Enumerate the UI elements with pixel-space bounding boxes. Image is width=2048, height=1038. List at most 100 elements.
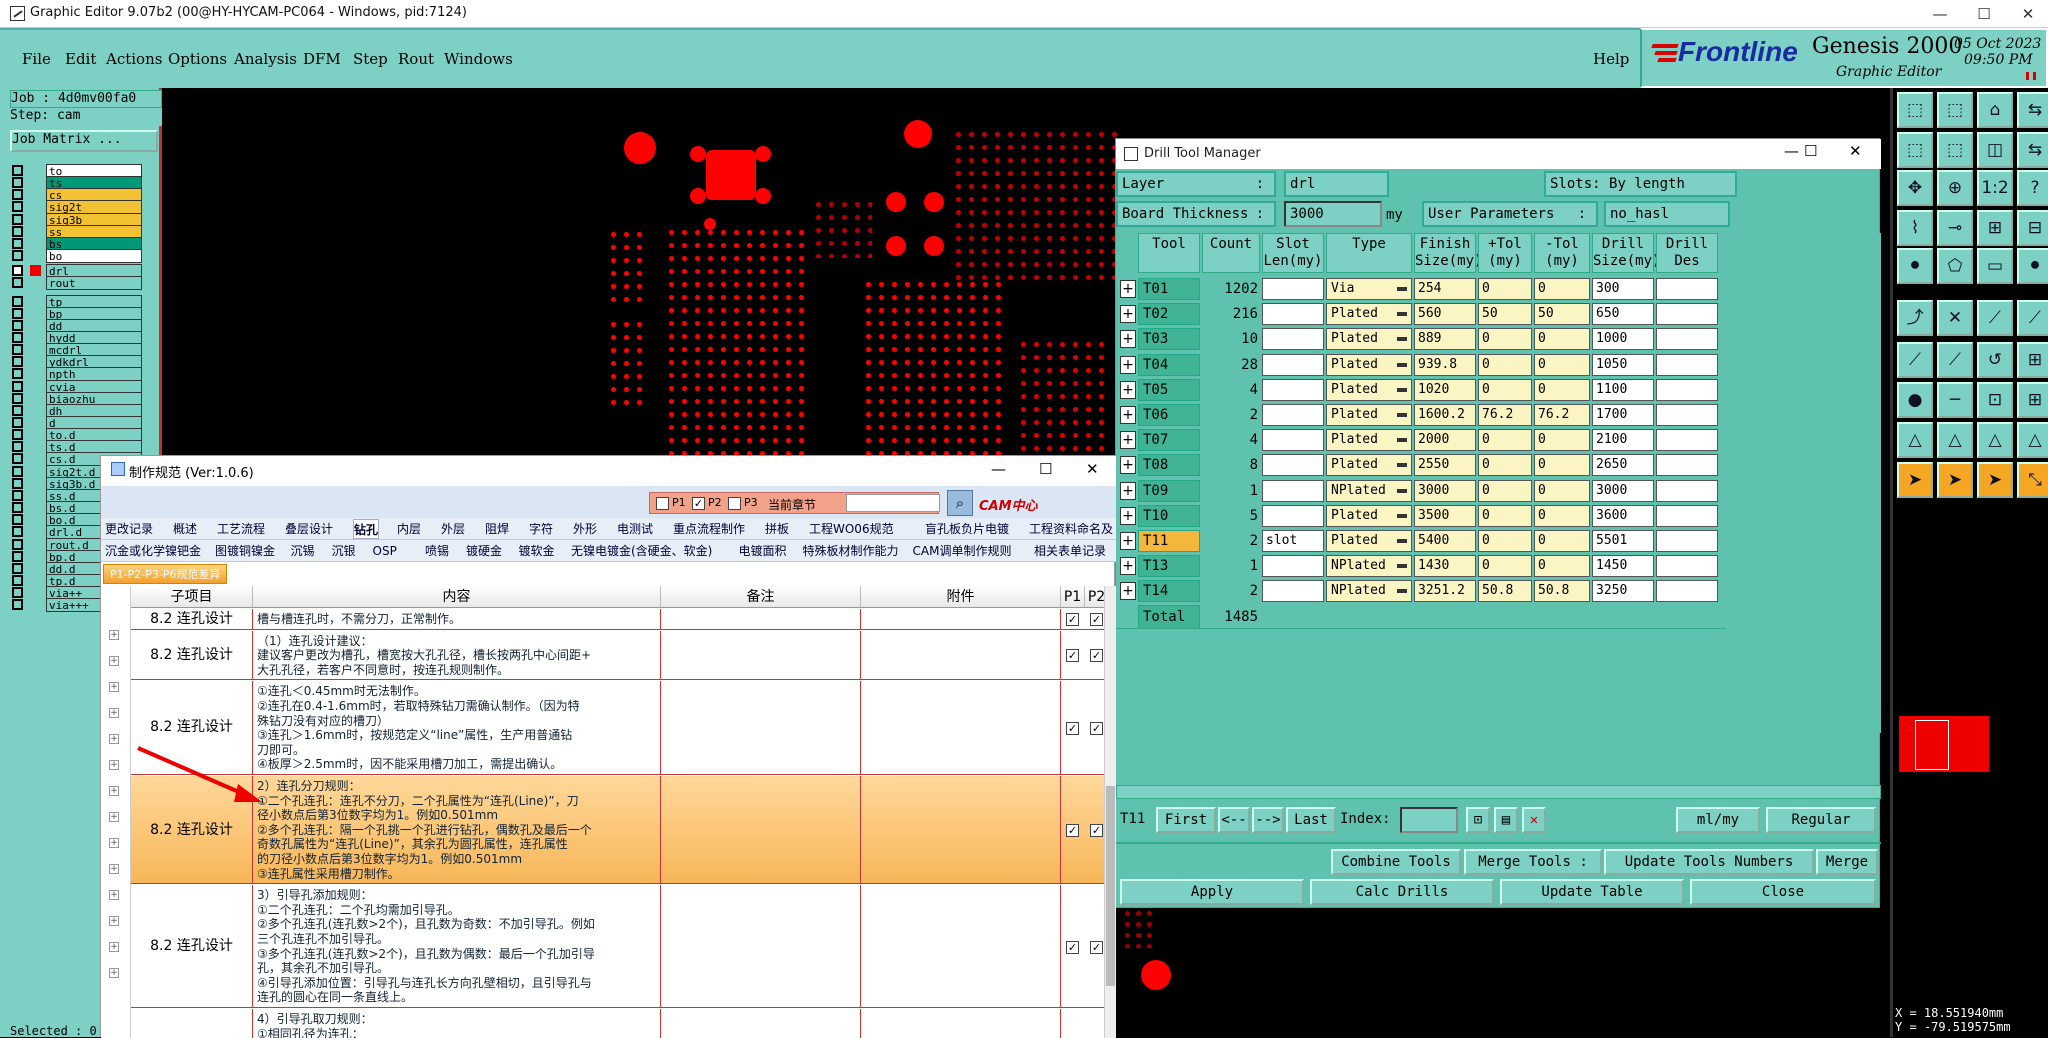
dtm-close-icon[interactable]: ✕ xyxy=(1849,142,1862,160)
tool-icon[interactable]: ⇆ xyxy=(2017,132,2048,168)
drill-input[interactable]: 1100 xyxy=(1592,378,1654,401)
tool-cell[interactable]: T09 xyxy=(1138,479,1200,502)
expand-icon[interactable]: + xyxy=(1120,557,1136,576)
table-row[interactable]: + T08 8 Plated 2550 0 0 2650 xyxy=(1116,453,1881,478)
menu-rout[interactable]: Rout xyxy=(398,50,434,68)
tool-cell[interactable]: T04 xyxy=(1138,353,1200,376)
expand-icon[interactable]: + xyxy=(109,786,119,796)
units-selector[interactable]: ml/my xyxy=(1676,807,1760,833)
scroll-thumb[interactable] xyxy=(1106,786,1115,986)
userparams-value[interactable]: no_hasl xyxy=(1604,201,1730,227)
ptol-input[interactable]: 0 xyxy=(1478,504,1532,527)
table-row[interactable]: 8.2 连孔设计 3）引导孔添加规则： ①二个孔连孔：二个孔均需加引导孔。 ②多个孔连… xyxy=(131,885,1106,1008)
finish-input[interactable]: 3251.2 xyxy=(1414,580,1476,603)
ntol-input[interactable]: 0 xyxy=(1534,479,1590,502)
expand-icon[interactable]: + xyxy=(1120,582,1136,601)
spec-tab[interactable]: 工程WO06规范 xyxy=(809,519,894,539)
slot-input[interactable] xyxy=(1262,278,1324,300)
layer-checkbox[interactable] xyxy=(12,277,23,289)
table-row[interactable]: + T13 1 NPlated 1430 0 0 1450 xyxy=(1116,554,1881,579)
spec-tab[interactable]: 电测试 xyxy=(617,519,653,539)
ptol-input[interactable]: 0 xyxy=(1478,530,1532,552)
expand-icon[interactable]: + xyxy=(109,864,119,874)
filter-p1-checkbox[interactable] xyxy=(656,497,669,510)
layer-checkbox[interactable] xyxy=(12,368,23,380)
p1-checkbox[interactable]: ✓ xyxy=(1066,824,1079,838)
spec-tab[interactable]: 拼板 xyxy=(765,519,789,539)
dtm-minimize-icon[interactable]: — xyxy=(1784,142,1799,160)
layer-checkbox[interactable] xyxy=(12,250,23,262)
p2-checkbox[interactable]: ✓ xyxy=(1090,649,1103,663)
prev-button[interactable]: <-- xyxy=(1218,807,1250,833)
drill-input[interactable]: 5501 xyxy=(1592,530,1654,552)
drill-input[interactable]: 2650 xyxy=(1592,454,1654,477)
layer-checkbox[interactable] xyxy=(12,562,23,574)
ptol-input[interactable]: 0 xyxy=(1478,328,1532,351)
ntol-input[interactable]: 0 xyxy=(1534,555,1590,578)
tool-icon[interactable]: ⟋ xyxy=(1977,300,2013,336)
finish-input[interactable]: 5400 xyxy=(1414,530,1476,552)
spec-tab[interactable]: 外形 xyxy=(573,519,597,539)
finish-input[interactable]: 2550 xyxy=(1414,454,1476,477)
type-select[interactable]: Plated xyxy=(1326,303,1412,326)
spec-tab[interactable]: 特殊板材制作能力 xyxy=(803,541,899,561)
drill-input[interactable]: 3000 xyxy=(1592,479,1654,502)
search-icon[interactable]: ⌕ xyxy=(947,490,973,516)
tool-icon[interactable]: △ xyxy=(1937,422,1973,458)
layer-checkbox[interactable] xyxy=(12,307,23,319)
spec-tab[interactable]: 沉银 xyxy=(332,541,356,561)
tool-icon[interactable]: ⬚ xyxy=(1937,92,1973,128)
tool-icon[interactable]: ➤ xyxy=(1897,462,1933,498)
layer-checkbox[interactable] xyxy=(12,265,23,277)
maximize-icon[interactable]: ☐ xyxy=(1964,3,2004,25)
layer-checkbox[interactable] xyxy=(12,514,23,526)
layer-checkbox[interactable] xyxy=(12,538,23,550)
layer-checkbox[interactable] xyxy=(12,319,23,331)
layer-checkbox[interactable] xyxy=(12,599,23,611)
finish-input[interactable]: 560 xyxy=(1414,303,1476,326)
ptol-input[interactable]: 0 xyxy=(1478,278,1532,300)
p1-checkbox[interactable]: ✓ xyxy=(1066,722,1079,736)
overview-map[interactable] xyxy=(1899,716,1989,772)
table-row[interactable]: + T09 1 NPlated 3000 0 0 3000 xyxy=(1116,479,1881,504)
tool-icon[interactable]: ↺ xyxy=(1977,342,2013,378)
spec-tab[interactable]: 阻焊 xyxy=(485,519,509,539)
expand-icon[interactable]: + xyxy=(1120,305,1136,324)
tool-icon[interactable]: ⊕ xyxy=(1937,170,1973,206)
drill-input[interactable]: 1450 xyxy=(1592,555,1654,578)
drill-input[interactable]: 3600 xyxy=(1592,504,1654,527)
merge-button[interactable]: Merge xyxy=(1816,849,1878,875)
tool-icon[interactable]: △ xyxy=(1977,422,2013,458)
slots-selector[interactable]: Slots: By length xyxy=(1544,171,1737,197)
canvas-lower[interactable] xyxy=(1117,908,1890,1037)
layer-checkbox[interactable] xyxy=(12,465,23,477)
type-select[interactable]: NPlated xyxy=(1326,555,1412,578)
layer-checkbox[interactable] xyxy=(12,526,23,538)
drill-des-input[interactable] xyxy=(1656,530,1718,552)
spec-tab[interactable]: OSP xyxy=(373,541,397,561)
table-row[interactable]: + T07 4 Plated 2000 0 0 2100 xyxy=(1116,428,1881,453)
ntol-input[interactable]: 0 xyxy=(1534,504,1590,527)
spec-tab[interactable]: 无镍电镀金(含硬金、软金) xyxy=(571,541,712,561)
tool-cell[interactable]: T03 xyxy=(1138,328,1200,351)
drill-input[interactable]: 650 xyxy=(1592,303,1654,326)
tool-icon[interactable]: ⤡ xyxy=(2017,462,2048,498)
expand-icon[interactable]: + xyxy=(109,838,119,848)
spec-tab[interactable]: 图镀铜镍金 xyxy=(215,541,275,561)
table-row[interactable]: + T03 10 Plated 889 0 0 1000 xyxy=(1116,327,1881,352)
tool-icon[interactable]: ⬚ xyxy=(1897,132,1933,168)
layer-checkbox[interactable] xyxy=(12,574,23,586)
expand-icon[interactable]: + xyxy=(109,890,119,900)
finish-input[interactable]: 3000 xyxy=(1414,479,1476,502)
horizontal-scrollbar[interactable] xyxy=(1116,785,1881,799)
drill-des-input[interactable] xyxy=(1656,479,1718,502)
spec-tab[interactable]: 镀硬金 xyxy=(466,541,502,561)
tool-icon[interactable]: ⟋ xyxy=(1897,342,1933,378)
layer-checkbox[interactable] xyxy=(12,429,23,441)
table-row[interactable]: + T11 2 slot Plated 5400 0 0 5501 xyxy=(1116,529,1881,554)
slot-input[interactable] xyxy=(1262,429,1324,452)
edit-icon[interactable]: ▤ xyxy=(1494,807,1518,833)
spec-tab[interactable]: 相关表单记录 xyxy=(1034,541,1106,561)
layer-checkbox[interactable] xyxy=(12,356,23,368)
update-tools-numbers-selector[interactable]: Update Tools Numbers xyxy=(1604,849,1814,875)
